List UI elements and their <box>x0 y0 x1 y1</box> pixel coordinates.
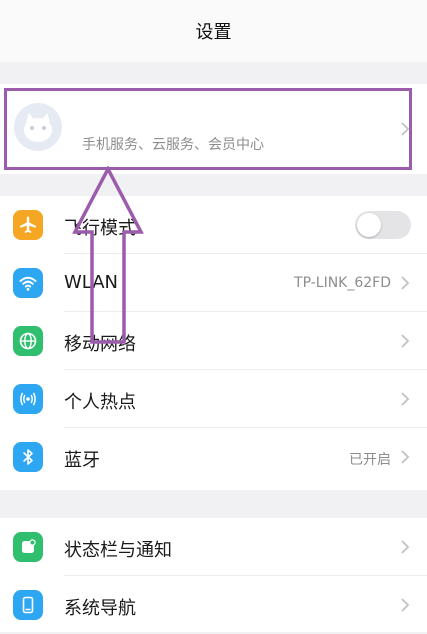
row-status-bar-notifications[interactable]: 状态栏与通知 <box>0 518 427 576</box>
row-system-navigation[interactable]: 系统导航 <box>0 576 427 634</box>
bluetooth-status: 已开启 <box>349 452 391 468</box>
chevron-right-icon <box>401 450 410 464</box>
globe-icon <box>13 326 43 356</box>
row-wlan[interactable]: WLAN TP-LINK_62FD <box>0 254 427 312</box>
row-bluetooth[interactable]: 蓝牙 已开启 <box>0 428 427 486</box>
wifi-icon <box>13 268 43 298</box>
page-title: 设置 <box>195 22 232 43</box>
chevron-right-icon <box>401 276 410 290</box>
row-personal-hotspot[interactable]: 个人热点 <box>0 370 427 428</box>
row-label: 个人热点 <box>64 392 136 413</box>
chevron-right-icon <box>401 392 410 406</box>
row-label: 状态栏与通知 <box>64 540 172 561</box>
status-bar-icon <box>13 532 43 562</box>
toggle-knob <box>357 213 381 237</box>
row-airplane-mode[interactable]: 飞行模式 <box>0 196 427 254</box>
chevron-right-icon <box>401 598 410 612</box>
airplane-icon <box>13 210 43 240</box>
row-label: 系统导航 <box>64 598 136 619</box>
bluetooth-icon <box>13 442 43 472</box>
settings-group-system: 状态栏与通知 系统导航 <box>0 518 427 632</box>
airplane-mode-toggle[interactable] <box>355 211 411 239</box>
title-bar: 设置 <box>0 0 427 62</box>
wlan-network-name: TP-LINK_62FD <box>294 275 391 291</box>
navigation-icon <box>13 590 43 620</box>
annotation-highlight-box <box>4 88 412 170</box>
chevron-right-icon <box>401 334 410 348</box>
hotspot-icon <box>13 384 43 414</box>
settings-group-connectivity: 飞行模式 WLAN TP-LINK_62FD 移动网络 个人热点 蓝牙 已开启 <box>0 196 427 490</box>
row-label: 蓝牙 <box>64 450 100 471</box>
chevron-right-icon <box>401 540 410 554</box>
annotation-arrow-icon <box>72 166 144 344</box>
row-mobile-network[interactable]: 移动网络 <box>0 312 427 370</box>
